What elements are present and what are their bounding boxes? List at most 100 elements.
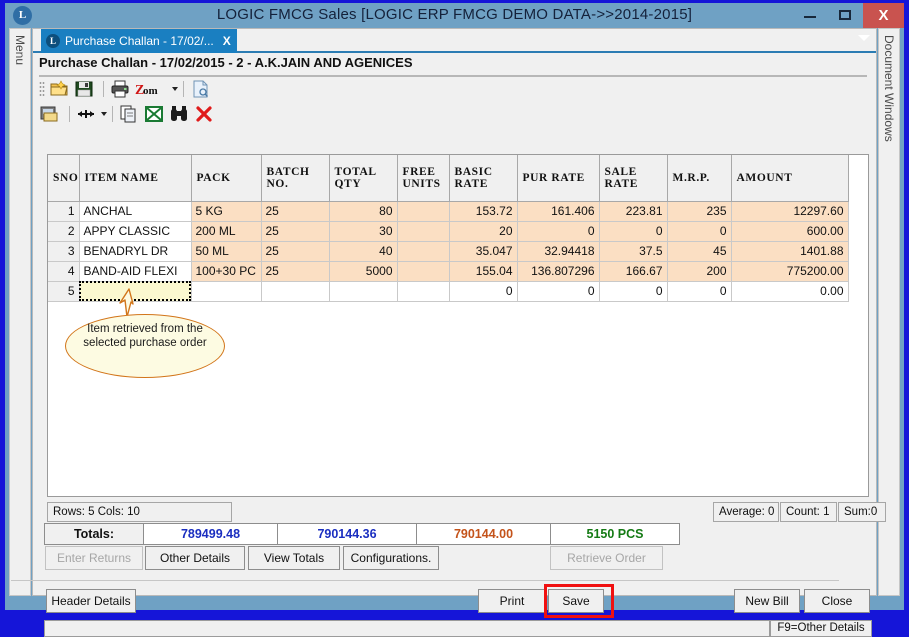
cell-amount[interactable]: 12297.60 [731,201,849,222]
cell-pack[interactable]: 50 ML [191,241,262,262]
resize-columns-icon[interactable] [75,104,97,124]
toolbar-grip[interactable] [39,81,45,97]
cell-mrp[interactable]: 45 [667,241,732,262]
cell-sale[interactable]: 0 [599,281,668,302]
cell-batch[interactable]: 25 [261,201,330,222]
grid-status-bar: Rows: 5 Cols: 10 Average: 0 Count: 1 Sum… [47,502,886,522]
table-row[interactable]: 4 BAND-AID FLEXI 100+30 PC 25 5000 155.0… [48,261,849,282]
cell-free[interactable] [397,261,450,282]
new-bill-button[interactable]: New Bill [734,589,800,613]
page-setup-icon[interactable] [189,79,211,99]
cell-amount[interactable]: 0.00 [731,281,849,302]
cell-free[interactable] [397,201,450,222]
delete-row-icon[interactable] [193,104,215,124]
cell-free[interactable] [397,241,450,262]
column-header-pur[interactable]: PUR RATE [517,155,600,202]
cell-basic[interactable]: 35.047 [449,241,518,262]
zoom-icon[interactable]: Z om [134,79,168,99]
print-button[interactable]: Print [478,589,546,613]
column-header-batch[interactable]: BATCH NO. [261,155,330,202]
table-row-active[interactable]: 5 0 0 0 0 0.00 [48,281,849,302]
toolbar-separator [103,81,104,97]
configurations-button[interactable]: Configurations. [343,546,439,570]
cell-pack[interactable]: 200 ML [191,221,262,242]
cell-item[interactable]: APPY CLASSIC [79,221,192,242]
cell-item[interactable]: BAND-AID FLEXI [79,261,192,282]
column-header-item[interactable]: ITEM NAME [79,155,192,202]
table-row[interactable]: 2 APPY CLASSIC 200 ML 25 30 20 0 0 0 600… [48,221,849,242]
find-binoculars-icon[interactable] [168,104,190,124]
cell-pur[interactable]: 0 [517,281,600,302]
tab-close-icon[interactable]: X [223,34,231,48]
column-header-sale[interactable]: SALE RATE [599,155,668,202]
cell-pur[interactable]: 161.406 [517,201,600,222]
cell-qty[interactable] [329,281,398,302]
cell-batch[interactable]: 25 [261,261,330,282]
cell-pur[interactable]: 0 [517,221,600,242]
cell-amount[interactable]: 600.00 [731,221,849,242]
cell-batch[interactable]: 25 [261,221,330,242]
cell-free[interactable] [397,281,450,302]
cell-batch[interactable]: 25 [261,241,330,262]
column-header-qty[interactable]: TOTAL QTY [329,155,398,202]
close-icon: X [878,7,889,24]
copy-icon[interactable] [118,104,140,124]
cell-sale[interactable]: 0 [599,221,668,242]
cell-free[interactable] [397,221,450,242]
cell-mrp[interactable]: 0 [667,281,732,302]
cell-amount[interactable]: 1401.88 [731,241,849,262]
cell-basic[interactable]: 153.72 [449,201,518,222]
enter-returns-button[interactable]: Enter Returns [45,546,143,570]
cell-qty[interactable]: 5000 [329,261,398,282]
minimize-button[interactable] [795,3,825,28]
close-window-button[interactable]: X [863,3,904,28]
new-document-icon[interactable] [48,79,70,99]
cell-basic[interactable]: 0 [449,281,518,302]
note-card-icon[interactable] [39,104,61,124]
print-icon[interactable] [109,79,131,99]
cell-sale[interactable]: 37.5 [599,241,668,262]
cell-pack[interactable] [191,281,262,302]
table-row[interactable]: 3 BENADRYL DR 50 ML 25 40 35.047 32.9441… [48,241,849,262]
cell-basic[interactable]: 155.04 [449,261,518,282]
menu-side-panel[interactable]: Menu [9,28,31,596]
maximize-button[interactable] [830,3,860,28]
save-button-highlight [544,584,614,618]
column-header-pack[interactable]: PACK [191,155,262,202]
save-icon[interactable] [73,79,95,99]
cell-pur[interactable]: 136.807296 [517,261,600,282]
other-details-button[interactable]: Other Details [145,546,245,570]
column-header-mrp[interactable]: M.R.P. [667,155,732,202]
cell-basic[interactable]: 20 [449,221,518,242]
cell-qty[interactable]: 30 [329,221,398,242]
cell-qty[interactable]: 80 [329,201,398,222]
resize-dropdown-caret-icon[interactable] [101,112,107,116]
close-button[interactable]: Close [804,589,870,613]
cell-amount[interactable]: 775200.00 [731,261,849,282]
cell-mrp[interactable]: 200 [667,261,732,282]
cell-sno: 5 [48,281,80,302]
cell-batch[interactable] [261,281,330,302]
cell-pur[interactable]: 32.94418 [517,241,600,262]
cell-mrp[interactable]: 235 [667,201,732,222]
table-row[interactable]: 1 ANCHAL 5 KG 25 80 153.72 161.406 223.8… [48,201,849,222]
export-excel-icon[interactable] [143,104,165,124]
cell-sale[interactable]: 223.81 [599,201,668,222]
column-header-basic[interactable]: BASIC RATE [449,155,518,202]
column-header-sno[interactable]: SNO [48,155,80,202]
cell-qty[interactable]: 40 [329,241,398,262]
column-header-free[interactable]: FREE UNITS [397,155,450,202]
zoom-dropdown-caret-icon[interactable] [172,87,178,91]
chevron-down-icon[interactable] [858,35,870,41]
view-totals-button[interactable]: View Totals [248,546,340,570]
column-header-amount[interactable]: AMOUNT [731,155,849,202]
cell-pack[interactable]: 100+30 PC [191,261,262,282]
tab-purchase-challan[interactable]: L Purchase Challan - 17/02/... X [41,29,237,53]
cell-pack[interactable]: 5 KG [191,201,262,222]
header-details-button[interactable]: Header Details [46,589,136,613]
cell-item[interactable]: BENADRYL DR [79,241,192,262]
cell-item[interactable]: ANCHAL [79,201,192,222]
cell-mrp[interactable]: 0 [667,221,732,242]
cell-sale[interactable]: 166.67 [599,261,668,282]
retrieve-order-button[interactable]: Retrieve Order [550,546,663,570]
